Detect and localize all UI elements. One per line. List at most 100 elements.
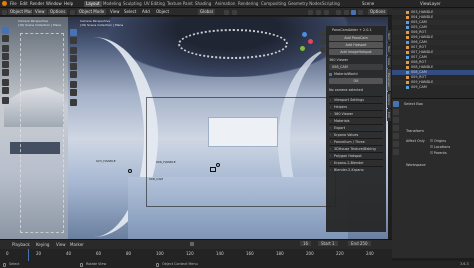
rotate-tool-icon[interactable]: [2, 53, 9, 60]
menu-view[interactable]: View: [56, 242, 66, 247]
menu-file[interactable]: File: [10, 1, 17, 6]
menu-keying[interactable]: Keying: [36, 242, 49, 247]
tab-animation[interactable]: Animation: [213, 1, 237, 7]
visibility-icon[interactable]: [308, 9, 313, 15]
tab-sculpting[interactable]: Sculpting: [121, 1, 144, 7]
left-view-menu[interactable]: View: [33, 9, 47, 15]
tab-view[interactable]: View: [387, 56, 391, 68]
tab-edit[interactable]: Edit: [387, 109, 391, 121]
gizmo-icon[interactable]: [316, 9, 321, 15]
material-world-checkbox[interactable]: [329, 72, 332, 76]
start-frame-field[interactable]: Start 1: [318, 241, 338, 246]
opt-origins[interactable]: Origins: [430, 139, 446, 143]
add-cube-tool-icon[interactable]: [70, 99, 77, 106]
navigation-gizmo[interactable]: [293, 31, 315, 53]
left-options-button[interactable]: Options: [48, 9, 68, 15]
transform-tool-icon[interactable]: [70, 71, 77, 78]
material-world-toggle[interactable]: MaterialWorld: [329, 71, 383, 77]
menu-playback[interactable]: Playback: [12, 242, 30, 247]
render-tab-icon[interactable]: [393, 109, 399, 115]
view-layer-tab-icon[interactable]: [393, 125, 399, 131]
world-tab-icon[interactable]: [393, 141, 399, 147]
rotate-tool-icon[interactable]: [70, 55, 77, 62]
move-tool-icon[interactable]: [2, 45, 9, 52]
parents-checkbox[interactable]: [430, 151, 433, 154]
section-helpers[interactable]: Helpers: [329, 103, 383, 109]
main-mode-selector[interactable]: Object Mode: [77, 9, 107, 15]
select-tool-icon[interactable]: [2, 27, 9, 34]
section-krpano-values[interactable]: Krpano Values: [329, 131, 383, 137]
output-tab-icon[interactable]: [393, 117, 399, 123]
menu-add[interactable]: Add: [140, 9, 152, 15]
scale-tool-icon[interactable]: [70, 63, 77, 70]
menu-render[interactable]: Render: [30, 1, 44, 6]
select-tool-icon[interactable]: [70, 29, 77, 36]
tab-shading[interactable]: Shading: [193, 1, 213, 7]
view-layer-selector[interactable]: ViewLayer: [420, 1, 441, 6]
handle-marker-023[interactable]: [128, 169, 132, 173]
add-panocam-button[interactable]: Add PanoCam: [329, 35, 383, 41]
tab-addons[interactable]: Addons: [387, 92, 391, 108]
scene-tab-icon[interactable]: [393, 133, 399, 139]
origins-checkbox[interactable]: [430, 139, 433, 142]
proportional-edit-icon[interactable]: [232, 9, 237, 15]
gizmo-z-axis-icon[interactable]: [302, 32, 307, 37]
gizmo-x-axis-icon[interactable]: [308, 39, 313, 44]
add-hotspot-button[interactable]: Add Hotspot: [329, 42, 383, 48]
playhead[interactable]: [28, 249, 29, 261]
snap-icon[interactable]: [224, 9, 229, 15]
shading-material-icon[interactable]: [351, 9, 356, 15]
camera-selector[interactable]: 008_CAM: [329, 64, 383, 70]
section-export[interactable]: Export: [329, 124, 383, 130]
menu-marker[interactable]: Marker: [70, 242, 84, 247]
section-360-viewer[interactable]: 360 Viewer: [329, 110, 383, 116]
ok-button[interactable]: OK: [329, 78, 383, 84]
tab-tool[interactable]: Tool: [387, 43, 391, 55]
section-blender-2-krpano[interactable]: Blender-2-Krpano: [329, 166, 383, 172]
scale-tool-icon[interactable]: [2, 61, 9, 68]
section-krpano-2-blender[interactable]: Krpano-2-Blender: [329, 159, 383, 165]
add-imagehotspot-button[interactable]: Add ImageHotspot: [329, 49, 383, 55]
transform-tool-icon[interactable]: [2, 69, 9, 76]
section-texture-baking[interactable]: 3DHouse Texture/Baking: [329, 145, 383, 151]
end-frame-field[interactable]: End 250: [348, 241, 371, 246]
current-frame-field[interactable]: 16: [300, 241, 312, 246]
cursor-tool-icon[interactable]: [70, 37, 77, 44]
tab-item[interactable]: Item: [387, 30, 391, 42]
opt-parents[interactable]: Parents: [430, 151, 447, 155]
tab-scripting[interactable]: Scripting: [320, 1, 342, 7]
object-tab-icon[interactable]: [393, 149, 399, 155]
section-transform[interactable]: Transform: [406, 129, 424, 133]
locations-checkbox[interactable]: [430, 145, 433, 148]
handle-marker-006[interactable]: [216, 163, 220, 167]
section-pannellum[interactable]: Pannellum / Three: [329, 138, 383, 144]
add-cube-tool-icon[interactable]: [2, 97, 9, 104]
tab-panocam[interactable]: PanoCam: [387, 69, 391, 91]
play-button-icon[interactable]: [190, 242, 194, 246]
section-polygon-hotspot[interactable]: Polygon Hotspot: [329, 152, 383, 158]
section-viewport-settings[interactable]: Viewport Settings: [329, 96, 383, 102]
menu-object[interactable]: Object: [154, 9, 171, 15]
shading-solid-icon[interactable]: [344, 9, 349, 15]
tab-modeling[interactable]: Modeling: [101, 1, 123, 7]
xray-icon[interactable]: [336, 9, 341, 15]
panel-title[interactable]: PanoCamAdder + 2.0.1: [329, 27, 383, 33]
measure-tool-icon[interactable]: [2, 87, 9, 94]
tool-tab-icon[interactable]: [393, 101, 399, 107]
annotate-tool-icon[interactable]: [70, 81, 77, 88]
left-mode-selector[interactable]: Object Mode: [8, 9, 32, 15]
frame-ruler[interactable]: [0, 249, 392, 261]
tab-texture-paint[interactable]: Texture Paint: [165, 1, 195, 7]
scene-selector[interactable]: Scene: [362, 1, 374, 6]
editor-type-icon[interactable]: [2, 9, 7, 15]
shading-rendered-icon[interactable]: [358, 9, 363, 15]
cursor-tool-icon[interactable]: [2, 35, 9, 42]
overlay-icon[interactable]: [324, 9, 329, 15]
transform-orientation[interactable]: Global: [198, 9, 215, 15]
move-tool-icon[interactable]: [70, 47, 77, 54]
opt-locations[interactable]: Locations: [430, 145, 450, 149]
blender-logo-icon[interactable]: [2, 1, 7, 6]
menu-window[interactable]: Window: [46, 1, 62, 6]
main-options-button[interactable]: Options: [368, 9, 388, 15]
outliner-row[interactable]: 009_CAM: [392, 85, 474, 90]
